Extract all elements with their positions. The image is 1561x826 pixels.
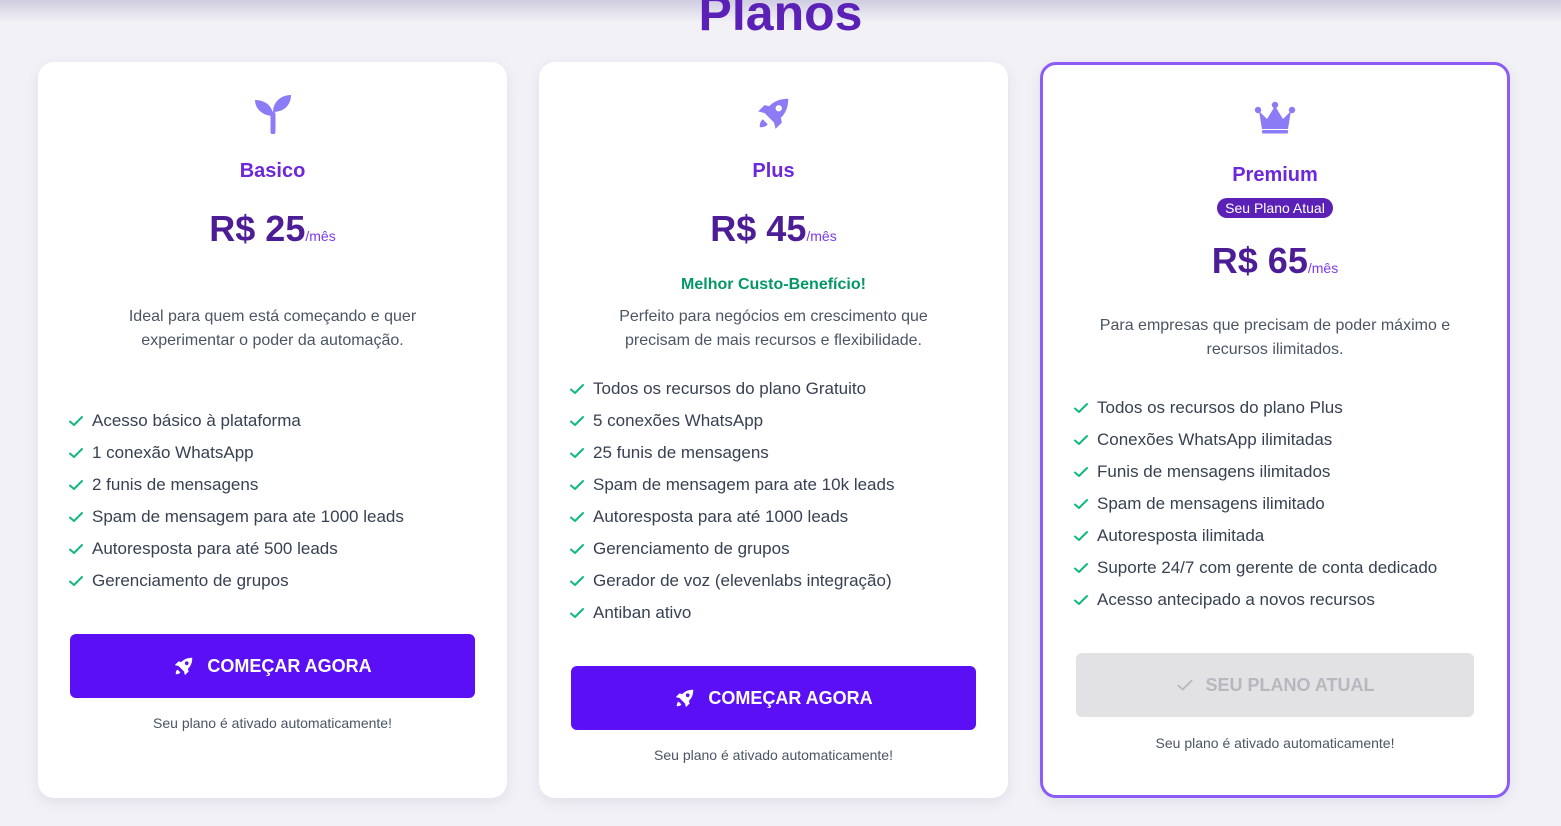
feature-item: Todos os recursos do plano Plus <box>1073 392 1487 424</box>
price-period: /mês <box>305 228 336 244</box>
rocket-icon <box>539 94 1008 132</box>
check-icon <box>1176 679 1193 691</box>
feature-item: Spam de mensagens ilimitado <box>1073 488 1487 520</box>
check-icon <box>69 544 83 554</box>
feature-item: Todos os recursos do plano Gratuito <box>569 373 988 405</box>
check-icon <box>570 576 584 586</box>
feature-item: Spam de mensagem para ate 10k leads <box>569 469 988 501</box>
activation-note: Seu plano é ativado automaticamente! <box>654 747 893 763</box>
check-icon <box>570 448 584 458</box>
plan-name: Premium <box>1232 164 1318 186</box>
feature-item: Gerenciamento de grupos <box>569 533 988 565</box>
feature-list: Todos os recursos do plano Plus Conexões… <box>1073 392 1487 616</box>
price-amount: R$ 45 <box>710 208 807 249</box>
price-amount: R$ 25 <box>209 208 306 249</box>
feature-item: Acesso básico à plataforma <box>68 405 487 437</box>
check-icon <box>69 448 83 458</box>
plan-card-premium: Premium Seu Plano Atual R$ 65/mês Para e… <box>1040 62 1510 798</box>
check-icon <box>69 480 83 490</box>
feature-item: Autoresposta ilimitada <box>1073 520 1487 552</box>
check-icon <box>1074 531 1088 541</box>
current-plan-button[interactable]: SEU PLANO ATUAL <box>1076 653 1474 717</box>
current-plan-badge: Seu Plano Atual <box>1217 198 1333 218</box>
price-period: /mês <box>806 228 837 244</box>
check-icon <box>570 480 584 490</box>
plan-price: R$ 25/mês <box>38 208 507 250</box>
plan-price: R$ 45/mês <box>539 208 1008 250</box>
check-icon <box>1074 499 1088 509</box>
plan-description: Para empresas que precisam de poder máxi… <box>1099 317 1451 358</box>
check-icon <box>570 608 584 618</box>
price-period: /mês <box>1307 260 1339 276</box>
page-title: Planos <box>698 0 863 41</box>
check-icon <box>1074 595 1088 605</box>
feature-item: Antiban ativo <box>569 597 988 629</box>
feature-list: Acesso básico à plataforma 1 conexão Wha… <box>68 405 487 597</box>
check-icon <box>69 576 83 586</box>
feature-item: Suporte 24/7 com gerente de conta dedica… <box>1073 552 1487 584</box>
feature-item: 5 conexões WhatsApp <box>569 405 988 437</box>
rocket-icon <box>175 657 193 676</box>
plan-description: Ideal para quem está começando e quer ex… <box>128 308 417 349</box>
start-now-button[interactable]: COMEÇAR AGORA <box>70 634 475 698</box>
feature-item: Gerador de voz (elevenlabs integração) <box>569 565 988 597</box>
feature-item: 2 funis de mensagens <box>68 469 487 501</box>
check-icon <box>570 416 584 426</box>
activation-note: Seu plano é ativado automaticamente! <box>153 715 392 731</box>
plan-description: Perfeito para negócios em crescimento qu… <box>619 308 928 349</box>
check-icon <box>570 544 584 554</box>
check-icon <box>1074 435 1088 445</box>
plan-card-basico: Basico R$ 25/mês Ideal para quem está co… <box>38 62 507 798</box>
crown-icon <box>1043 101 1507 135</box>
check-icon <box>69 512 83 522</box>
plan-card-plus: Plus R$ 45/mês Melhor Custo-Benefício! P… <box>539 62 1008 798</box>
feature-item: Gerenciamento de grupos <box>68 565 487 597</box>
feature-item: Acesso antecipado a novos recursos <box>1073 584 1487 616</box>
feature-item: Funis de mensagens ilimitados <box>1073 456 1487 488</box>
price-amount: R$ 65 <box>1211 240 1308 281</box>
feature-item: 1 conexão WhatsApp <box>68 437 487 469</box>
rocket-icon <box>676 689 694 708</box>
check-icon <box>570 384 584 394</box>
feature-item: Autoresposta para até 1000 leads <box>569 501 988 533</box>
feature-item: Autoresposta para até 500 leads <box>68 533 487 565</box>
best-value-label: Melhor Custo-Benefício! <box>681 276 866 293</box>
sprout-icon <box>38 92 507 134</box>
feature-list: Todos os recursos do plano Gratuito 5 co… <box>569 373 988 629</box>
plan-name: Plus <box>752 160 795 182</box>
feature-item: Conexões WhatsApp ilimitadas <box>1073 424 1487 456</box>
feature-item: 25 funis de mensagens <box>569 437 988 469</box>
check-icon <box>69 416 83 426</box>
check-icon <box>570 512 584 522</box>
check-icon <box>1074 403 1088 413</box>
plan-price: R$ 65/mês <box>1043 240 1507 282</box>
feature-item: Spam de mensagem para ate 1000 leads <box>68 501 487 533</box>
check-icon <box>1074 563 1088 573</box>
check-icon <box>1074 467 1088 477</box>
activation-note: Seu plano é ativado automaticamente! <box>1155 735 1395 751</box>
start-now-button[interactable]: COMEÇAR AGORA <box>571 666 976 730</box>
plan-name: Basico <box>239 160 306 182</box>
